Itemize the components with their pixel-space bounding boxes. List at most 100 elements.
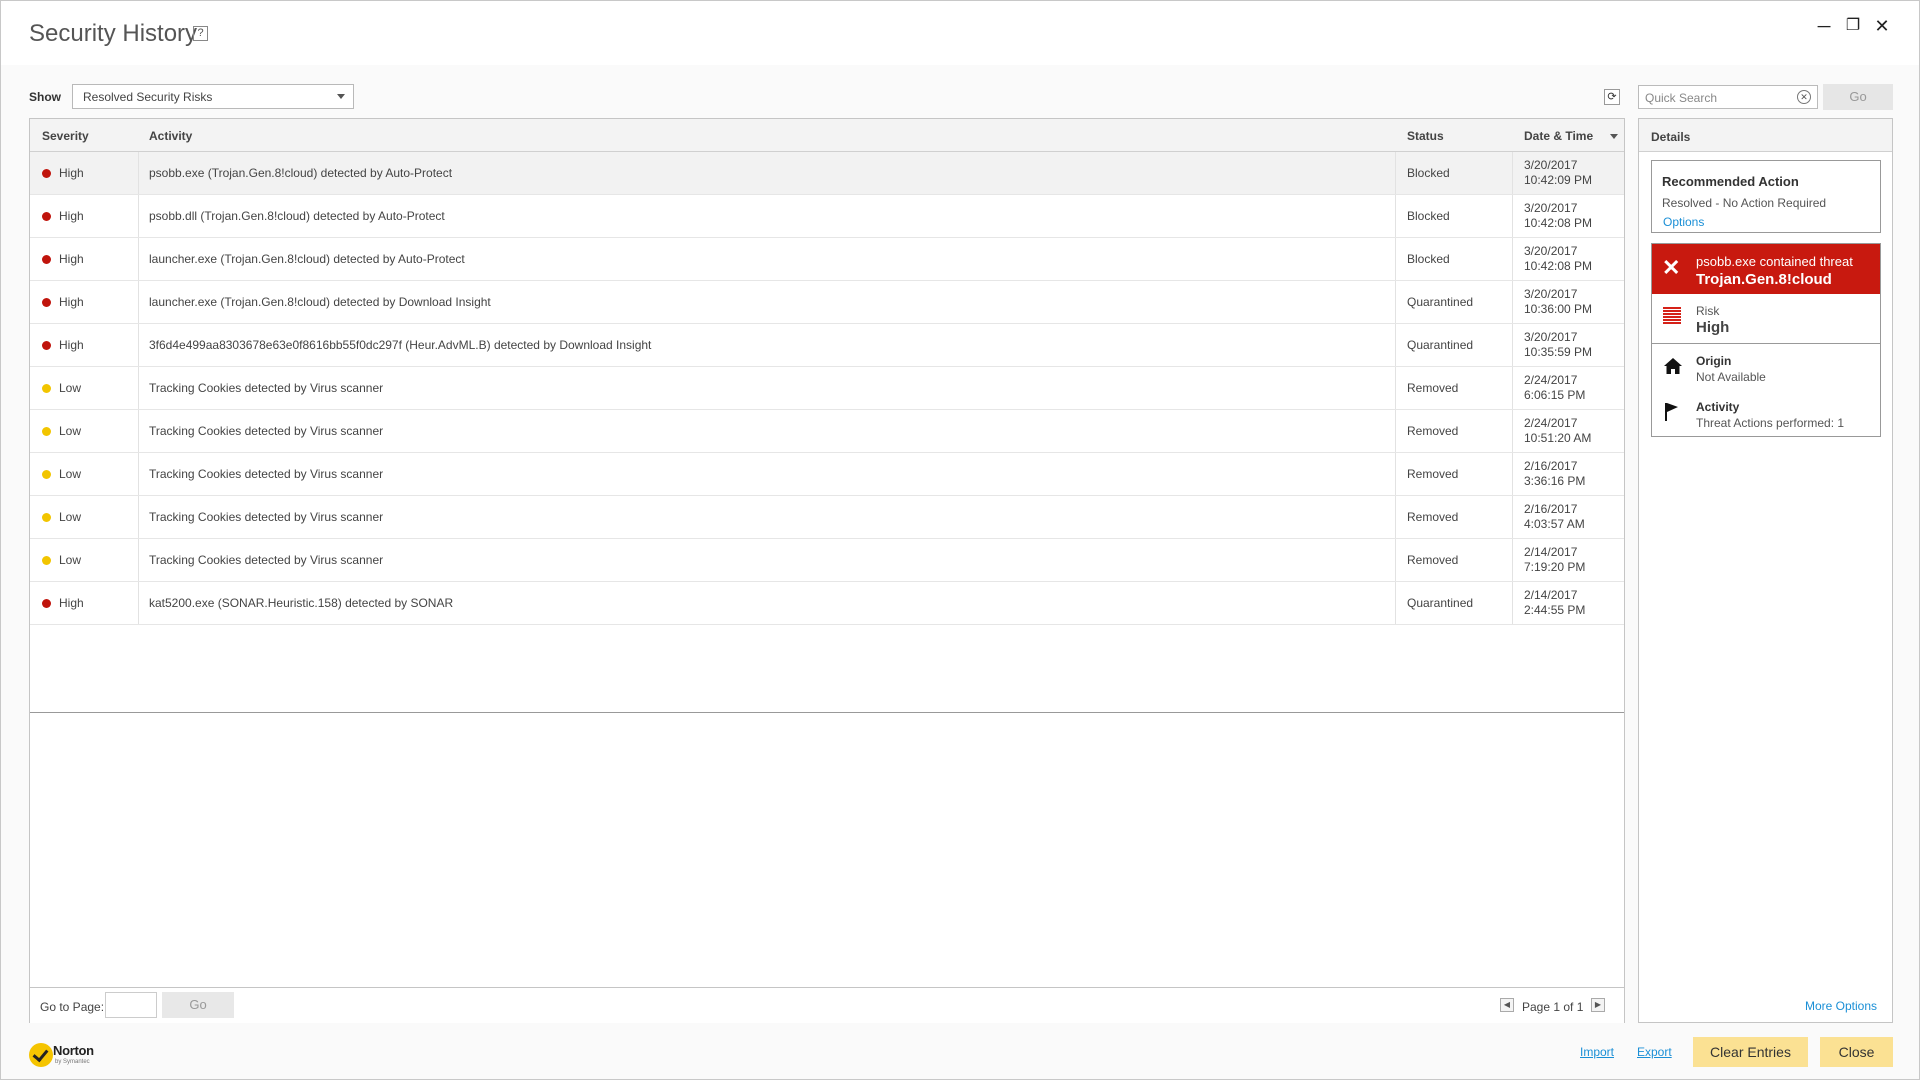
- column-divider: [1395, 367, 1396, 409]
- table-row[interactable]: High launcher.exe (Trojan.Gen.8!cloud) de…: [30, 238, 1624, 281]
- date-text: 2/14/2017: [1524, 588, 1578, 602]
- activity-value: Threat Actions performed: 1: [1696, 416, 1845, 430]
- status-cell: Blocked: [1407, 166, 1450, 180]
- status-cell: Removed: [1407, 553, 1459, 567]
- table-body: High psobb.exe (Trojan.Gen.8!cloud) detec…: [30, 152, 1624, 625]
- date-text: 3/20/2017: [1524, 330, 1578, 344]
- table-row[interactable]: Low Tracking Cookies detected by Virus sc…: [30, 453, 1624, 496]
- goto-page-button[interactable]: Go: [162, 992, 234, 1018]
- datetime-cell: 2/16/2017 3:36:16 PM: [1524, 453, 1624, 495]
- activity-cell: Tracking Cookies detected by Virus scann…: [149, 467, 384, 481]
- table-row[interactable]: Low Tracking Cookies detected by Virus sc…: [30, 496, 1624, 539]
- recommended-action-box: Recommended Action Resolved - No Action …: [1651, 160, 1881, 233]
- goto-page-input[interactable]: [105, 992, 157, 1018]
- activity-cell: Tracking Cookies detected by Virus scann…: [149, 510, 384, 524]
- datetime-cell: 3/20/2017 10:36:00 PM: [1524, 281, 1624, 323]
- datetime-cell: 3/20/2017 10:35:59 PM: [1524, 324, 1624, 366]
- close-window-button[interactable]: ✕: [1871, 15, 1893, 37]
- minimize-button[interactable]: ─: [1813, 15, 1835, 37]
- import-link[interactable]: Import: [1580, 1045, 1614, 1059]
- options-link[interactable]: Options: [1663, 215, 1704, 229]
- table-row[interactable]: High 3f6d4e499aa8303678e63e0f8616bb55f0dc…: [30, 324, 1624, 367]
- show-filter-dropdown[interactable]: Resolved Security Risks: [72, 84, 354, 109]
- sort-descending-icon[interactable]: [1610, 134, 1618, 139]
- activity-cell: launcher.exe (Trojan.Gen.8!cloud) detect…: [149, 252, 465, 266]
- severity-text: Low: [59, 381, 82, 395]
- time-text: 10:42:08 PM: [1524, 216, 1593, 230]
- close-x-icon: ✕: [1662, 255, 1681, 280]
- severity-text: Low: [59, 424, 82, 438]
- severity-text: High: [59, 252, 84, 266]
- datetime-cell: 2/24/2017 6:06:15 PM: [1524, 367, 1624, 409]
- history-table: Severity Activity Status Date & Time Hig…: [29, 118, 1625, 1023]
- flag-icon: [1665, 403, 1678, 421]
- column-divider: [1512, 539, 1513, 581]
- table-row[interactable]: Low Tracking Cookies detected by Virus sc…: [30, 410, 1624, 453]
- column-divider: [1512, 238, 1513, 280]
- date-text: 3/20/2017: [1524, 244, 1578, 258]
- severity-cell: High: [42, 238, 132, 280]
- table-row[interactable]: High kat5200.exe (SONAR.Heuristic.158) de…: [30, 582, 1624, 625]
- severity-cell: High: [42, 195, 132, 237]
- prev-page-icon[interactable]: ◀: [1500, 998, 1514, 1012]
- column-divider: [138, 453, 139, 495]
- quick-search-input[interactable]: Quick Search ✕: [1638, 85, 1818, 109]
- severity-text: Low: [59, 553, 82, 567]
- column-header-severity[interactable]: Severity: [42, 129, 89, 143]
- next-page-icon[interactable]: ▶: [1591, 998, 1605, 1012]
- status-cell: Removed: [1407, 510, 1459, 524]
- more-options-link[interactable]: More Options: [1805, 999, 1877, 1013]
- export-link[interactable]: Export: [1637, 1045, 1672, 1059]
- search-go-button[interactable]: Go: [1823, 84, 1893, 110]
- column-header-datetime[interactable]: Date & Time: [1524, 129, 1593, 143]
- column-header-activity[interactable]: Activity: [149, 129, 192, 143]
- column-divider: [1512, 367, 1513, 409]
- datetime-cell: 3/20/2017 10:42:09 PM: [1524, 152, 1624, 194]
- recommended-action-title: Recommended Action: [1662, 174, 1799, 189]
- table-row[interactable]: High launcher.exe (Trojan.Gen.8!cloud) de…: [30, 281, 1624, 324]
- column-divider: [1395, 238, 1396, 280]
- severity-cell: Low: [42, 367, 132, 409]
- severity-dot-icon: [42, 598, 51, 608]
- datetime-cell: 2/14/2017 2:44:55 PM: [1524, 582, 1624, 624]
- time-text: 2:44:55 PM: [1524, 603, 1586, 617]
- chevron-down-icon: [337, 94, 345, 99]
- help-icon[interactable]: ?: [193, 26, 208, 41]
- column-divider: [1395, 496, 1396, 538]
- column-divider: [1395, 453, 1396, 495]
- clear-entries-button[interactable]: Clear Entries: [1693, 1037, 1808, 1067]
- severity-dot-icon: [42, 383, 51, 393]
- refresh-icon[interactable]: ⟳: [1604, 89, 1620, 105]
- datetime-cell: 2/14/2017 7:19:20 PM: [1524, 539, 1624, 581]
- table-row[interactable]: Low Tracking Cookies detected by Virus sc…: [30, 539, 1624, 582]
- date-text: 2/14/2017: [1524, 545, 1578, 559]
- restore-button[interactable]: ❐: [1842, 15, 1864, 37]
- date-text: 3/20/2017: [1524, 287, 1578, 301]
- table-row[interactable]: High psobb.dll (Trojan.Gen.8!cloud) detec…: [30, 195, 1624, 238]
- severity-cell: Low: [42, 410, 132, 452]
- activity-cell: 3f6d4e499aa8303678e63e0f8616bb55f0dc297f…: [149, 338, 652, 352]
- severity-dot-icon: [42, 469, 51, 479]
- activity-cell: psobb.dll (Trojan.Gen.8!cloud) detected …: [149, 209, 445, 223]
- clear-search-icon[interactable]: ✕: [1797, 90, 1811, 104]
- close-button[interactable]: Close: [1820, 1037, 1893, 1067]
- recommended-action-text: Resolved - No Action Required: [1662, 196, 1827, 210]
- column-header-status[interactable]: Status: [1407, 129, 1444, 143]
- status-cell: Removed: [1407, 381, 1459, 395]
- column-divider: [138, 539, 139, 581]
- column-divider: [1395, 582, 1396, 624]
- table-row[interactable]: Low Tracking Cookies detected by Virus sc…: [30, 367, 1624, 410]
- table-row[interactable]: High psobb.exe (Trojan.Gen.8!cloud) detec…: [30, 152, 1624, 195]
- risk-section: Risk High: [1652, 294, 1880, 344]
- search-placeholder: Quick Search: [1645, 91, 1718, 105]
- status-cell: Blocked: [1407, 252, 1450, 266]
- window-title: Security History: [29, 20, 198, 47]
- time-text: 10:42:09 PM: [1524, 173, 1593, 187]
- activity-cell: launcher.exe (Trojan.Gen.8!cloud) detect…: [149, 295, 491, 309]
- activity-cell: Tracking Cookies detected by Virus scann…: [149, 424, 384, 438]
- datetime-cell: 2/16/2017 4:03:57 AM: [1524, 496, 1624, 538]
- time-text: 7:19:20 PM: [1524, 560, 1586, 574]
- column-divider: [1395, 195, 1396, 237]
- pager-bar: Go to Page: Go ◀ Page 1 of 1 ▶: [30, 987, 1624, 1023]
- severity-text: High: [59, 209, 84, 223]
